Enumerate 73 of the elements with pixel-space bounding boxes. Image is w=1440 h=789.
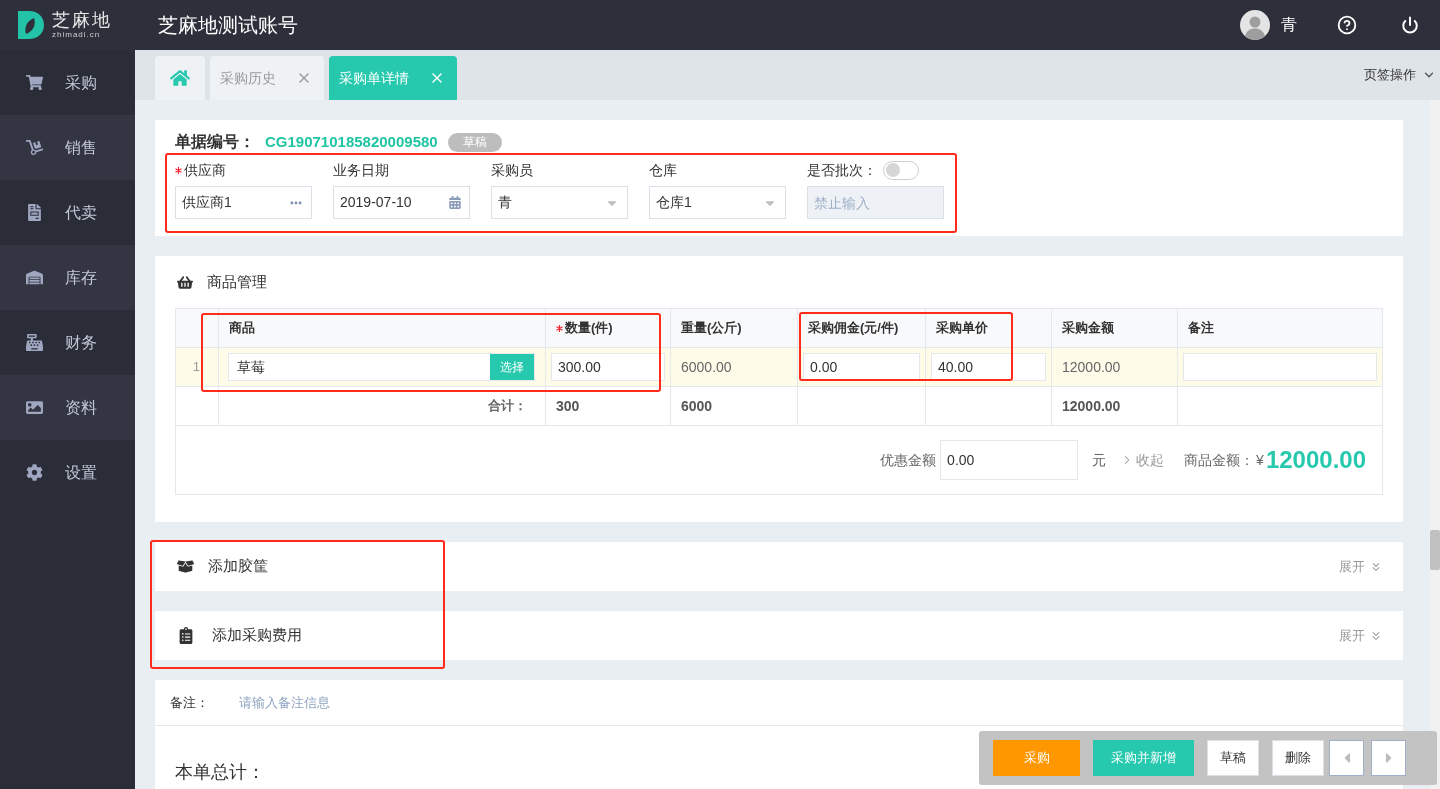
home-icon [170,69,190,87]
field-label: 采购员 [491,160,533,180]
product-field[interactable]: 草莓 选择 [228,353,535,381]
picker-field[interactable]: 供应商1 [175,186,312,219]
action-button[interactable]: 删除 [1272,740,1324,776]
help-icon[interactable] [1337,15,1357,35]
table-input-field[interactable] [1183,353,1377,381]
goods-amount: 12000.00 [1265,445,1366,475]
select-field[interactable]: 青 [491,186,628,219]
date-field[interactable]: 2019-07-10 [333,186,470,219]
account-title: 芝麻地测试账号 [158,13,298,38]
power-icon[interactable] [1401,16,1419,34]
column-header: 采购单价 [936,319,988,338]
column-header: 重量(公斤) [681,319,742,338]
field-label: 业务日期 [333,160,389,180]
section-title: 添加胶筐 [208,556,268,577]
status-badge: 草稿 [447,132,502,152]
action-button[interactable]: 草稿 [1207,740,1259,776]
open-box-icon [177,559,194,574]
section-title: 添加采购费用 [212,625,302,646]
user-name[interactable]: 青 [1281,13,1297,37]
total-label: 合计： [488,397,527,416]
avatar-icon[interactable] [1240,10,1270,40]
field-label: 仓库 [649,160,677,180]
gear-icon [26,464,43,481]
warehouse-icon [26,269,43,286]
sidebar-item[interactable]: 销售 [0,115,135,180]
basket-icon [177,274,193,290]
picture-icon [26,399,43,416]
section-title: 商品管理 [207,271,267,292]
previous-button[interactable] [1329,740,1364,776]
currency-sign: ¥ [1256,450,1264,470]
tab-actions-button[interactable]: 页签操作 [1364,65,1436,85]
remarks-input[interactable]: 请输入备注信息 [239,687,1403,718]
scrollbar-thumb[interactable] [1430,530,1440,570]
calendar-icon[interactable] [449,196,461,209]
summary-label: 本单总计： [175,762,265,782]
table-input-field[interactable]: 40.00 [931,353,1046,381]
home-tab[interactable] [155,56,205,100]
column-header: 备注 [1188,319,1214,338]
total-value: 300 [556,396,580,416]
column-header: 采购金额 [1062,319,1114,338]
remarks-label: 备注： [170,693,209,712]
select-field[interactable]: 仓库1 [649,186,786,219]
document-icon [26,204,43,221]
sidebar-item[interactable]: 库存 [0,245,135,310]
field-label: 供应商 [184,160,226,180]
total-value: 6000 [681,396,713,416]
clipboard-icon [179,627,193,644]
amount-label: 商品金额： [1184,450,1255,470]
discount-input[interactable]: 0.00 [940,440,1079,480]
column-header: 商品 [229,319,255,338]
cart-icon [26,74,43,91]
column-header: 采购佣金(元/件) [808,319,899,338]
column-header: 数量(件) [565,319,613,338]
order-number-label: 单据编号： [175,132,255,152]
cash-register-icon [26,334,43,351]
discount-label: 优惠金额 [880,450,937,470]
table-cell-text: 6000.00 [681,357,732,377]
unit-label: 元 [1092,450,1107,470]
table-cell-text: 12000.00 [1062,357,1121,377]
row-number: 1 [192,358,200,377]
order-number: CG190710185820009580 [265,131,438,152]
logo-title: 芝麻地 [52,10,112,30]
dolly-icon [26,139,43,156]
total-value: 12000.00 [1062,396,1121,416]
field-label: 是否批次： [807,160,877,180]
logo-icon [18,11,44,39]
sidebar-item[interactable]: 资料 [0,375,135,440]
next-button[interactable] [1371,740,1406,776]
table-input-field[interactable]: 300.00 [551,353,665,381]
table-input-field[interactable]: 0.00 [803,353,920,381]
logo-subtitle: zhimadi.cn [52,30,101,40]
